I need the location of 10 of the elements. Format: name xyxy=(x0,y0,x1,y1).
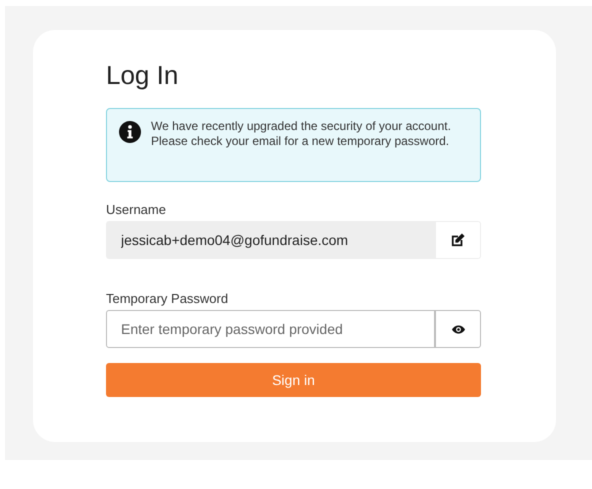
eye-icon xyxy=(452,324,464,334)
field-label: Temporary Password xyxy=(106,291,230,306)
alert-message: We have recently upgraded the security of your account. Please check your email for a new temporary password. xyxy=(151,119,452,149)
info-icon xyxy=(119,121,141,143)
password-field[interactable]: Enter temporary password provided xyxy=(106,310,435,348)
page-title: Log In xyxy=(106,60,180,92)
field-label: Username xyxy=(106,202,167,217)
edit-button[interactable] xyxy=(435,221,481,259)
edit-icon xyxy=(451,233,465,247)
show-password-button[interactable] xyxy=(435,310,481,348)
